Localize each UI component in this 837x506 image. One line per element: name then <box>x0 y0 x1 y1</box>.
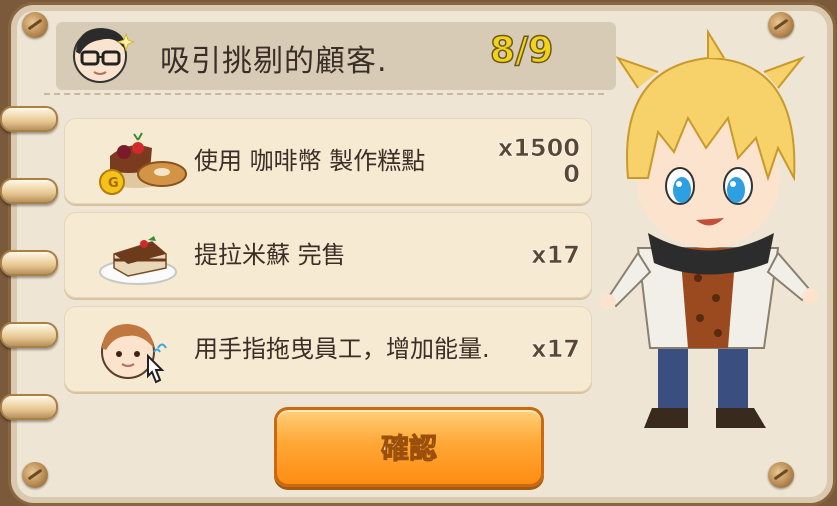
screw-icon <box>22 12 48 38</box>
task-count: x17 <box>531 335 580 363</box>
task-description: 用手指拖曳員工，增加能量. <box>194 335 490 363</box>
binder-ring <box>0 106 58 132</box>
glasses-boy-avatar-icon <box>73 28 134 83</box>
task-card: 用手指拖曳員工，增加能量. x17 <box>64 306 592 392</box>
binder-ring <box>0 250 58 276</box>
binder-ring <box>0 322 58 348</box>
confirm-button[interactable]: 確認 <box>274 407 544 487</box>
quest-progress: 8/9 <box>489 29 554 72</box>
blonde-chef-character-icon <box>600 28 818 428</box>
screw-icon <box>22 462 48 488</box>
svg-text:G: G <box>108 176 119 191</box>
task-count: x15000 <box>497 134 580 188</box>
header-divider <box>44 93 604 95</box>
quest-title: 吸引挑剔的顧客. <box>160 44 388 79</box>
binder-ring <box>0 178 58 204</box>
task-description: 提拉米蘇 完售 <box>194 241 346 269</box>
task-card: 提拉米蘇 完售 x17 <box>64 212 592 298</box>
cake-and-coin-icon: G <box>99 132 187 195</box>
task-card: G 使用 咖啡幣 製作糕點 x15000 <box>64 118 592 204</box>
tiramisu-icon <box>99 236 177 285</box>
task-count: x17 <box>531 241 580 269</box>
task-description: 使用 咖啡幣 製作糕點 <box>194 147 426 175</box>
binder-ring <box>0 394 58 420</box>
staff-drag-hand-icon <box>101 324 167 384</box>
